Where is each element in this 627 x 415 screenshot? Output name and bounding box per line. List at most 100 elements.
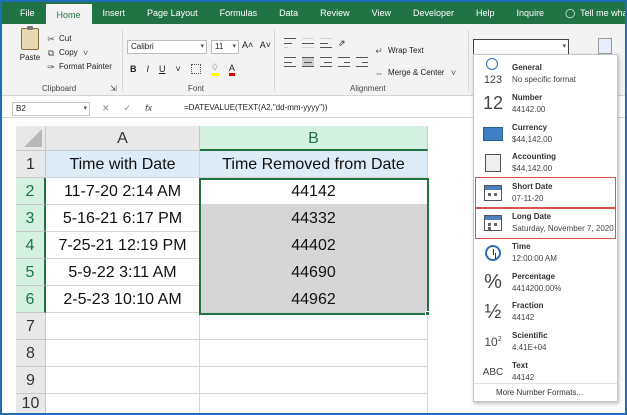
row-header[interactable]: 4 xyxy=(16,232,46,259)
tab-page-layout[interactable]: Page Layout xyxy=(136,2,209,24)
format-painter-button[interactable]: ✑ Format Painter xyxy=(46,60,112,74)
conditional-formatting-icon[interactable] xyxy=(598,38,612,54)
font-color-icon[interactable]: A xyxy=(228,63,235,76)
dialog-launcher-icon[interactable]: ⇲ xyxy=(110,84,117,93)
paste-button[interactable]: Paste xyxy=(16,26,44,62)
row-header[interactable]: 3 xyxy=(16,205,46,232)
align-center-icon[interactable] xyxy=(302,57,314,67)
empty-cell[interactable] xyxy=(200,340,428,367)
fx-icon[interactable]: fx xyxy=(145,103,152,114)
formula-input[interactable]: =DATEVALUE(TEXT(A2,"dd-mm-yyyy")) xyxy=(184,103,327,112)
format-name: Number xyxy=(512,92,543,102)
bold-button[interactable]: B xyxy=(130,64,137,74)
number-format-percentage[interactable]: % Percentage 4414200.00% xyxy=(476,268,615,298)
wrap-text-button[interactable]: ↵ Wrap Text xyxy=(374,40,458,62)
cell-time-with-date[interactable]: 2-5-23 10:10 AM xyxy=(46,286,200,313)
orientation-icon[interactable]: ⇗ xyxy=(338,38,346,49)
chevron-down-icon: ▾ xyxy=(83,105,87,112)
borders-icon[interactable] xyxy=(190,64,201,74)
name-box[interactable]: B2 ▾ xyxy=(12,102,90,116)
header-cell-time-with-date[interactable]: Time with Date xyxy=(46,151,200,178)
row-header[interactable]: 2 xyxy=(16,178,46,205)
copy-button[interactable]: ⧉ Copy ˅ xyxy=(46,46,112,60)
tab-insert[interactable]: Insert xyxy=(92,2,137,24)
row-header[interactable]: 8 xyxy=(16,340,46,367)
italic-button[interactable]: I xyxy=(147,64,150,74)
tell-me-box[interactable]: ◯ Tell me what you want to do xyxy=(555,8,625,19)
empty-cell[interactable] xyxy=(200,394,428,413)
decrease-indent-icon[interactable] xyxy=(338,57,350,67)
row-header[interactable]: 1 xyxy=(16,151,46,178)
empty-cell[interactable] xyxy=(200,313,428,340)
tab-developer[interactable]: Developer xyxy=(402,2,465,24)
align-top-icon[interactable] xyxy=(284,38,296,48)
cell-time-removed[interactable]: 44332 xyxy=(200,205,428,232)
calendar-icon xyxy=(482,182,504,204)
merge-center-button[interactable]: ⇔ Merge & Center ˅ xyxy=(374,62,458,84)
empty-cell[interactable] xyxy=(46,367,200,394)
number-format-accounting[interactable]: Accounting $44,142.00 xyxy=(476,148,615,178)
format-name: Currency xyxy=(512,122,548,132)
empty-cell[interactable] xyxy=(200,367,428,394)
cell-time-with-date[interactable]: 7-25-21 12:19 PM xyxy=(46,232,200,259)
format-example: 07-11-20 xyxy=(512,194,544,204)
number-format-long-date[interactable]: Long Date Saturday, November 7, 2020 xyxy=(475,207,616,239)
row-header[interactable]: 7 xyxy=(16,313,46,340)
empty-cell[interactable] xyxy=(46,394,200,413)
number-format-number[interactable]: 12 Number 44142.00 xyxy=(476,89,615,119)
percent-icon: % xyxy=(484,271,502,294)
align-bottom-icon[interactable] xyxy=(320,38,332,48)
cell-time-with-date[interactable]: 5-9-22 3:11 AM xyxy=(46,259,200,286)
cell-time-removed[interactable]: 44962 xyxy=(200,286,428,313)
row-header[interactable]: 9 xyxy=(16,367,46,394)
row-header[interactable]: 6 xyxy=(16,286,46,313)
cancel-icon[interactable]: ✕ xyxy=(102,103,110,114)
number-format-short-date[interactable]: Short Date 07-11-20 xyxy=(475,177,616,210)
align-right-icon[interactable] xyxy=(320,57,332,67)
row-header[interactable]: 5 xyxy=(16,259,46,286)
chevron-down-icon[interactable]: ˅ xyxy=(176,64,181,74)
number-format-general[interactable]: 123 General No specific format xyxy=(476,58,615,89)
enter-icon[interactable]: ✓ xyxy=(124,103,132,114)
more-number-formats-link[interactable]: More Number Formats... xyxy=(474,383,617,401)
underline-button[interactable]: U xyxy=(159,64,166,74)
tab-home[interactable]: Home xyxy=(45,4,92,24)
font-size-select[interactable]: 11 ▾ xyxy=(211,40,239,54)
cell-time-with-date[interactable]: 11-7-20 2:14 AM xyxy=(46,178,200,205)
shrink-font-button[interactable]: A˅ xyxy=(260,40,271,50)
column-header-a[interactable]: A xyxy=(46,126,200,151)
tab-view[interactable]: View xyxy=(361,2,402,24)
tab-help[interactable]: Help xyxy=(465,2,506,24)
number-format-currency[interactable]: Currency $44,142.00 xyxy=(476,119,615,149)
tab-formulas[interactable]: Formulas xyxy=(209,2,269,24)
cell-time-removed[interactable]: 44142 xyxy=(200,178,428,205)
grow-font-button[interactable]: A˄ xyxy=(242,40,253,50)
empty-cell[interactable] xyxy=(46,340,200,367)
cell-time-with-date[interactable]: 5-16-21 6:17 PM xyxy=(46,205,200,232)
number-format-fraction[interactable]: ½ Fraction 44142 xyxy=(476,297,615,327)
fraction-icon: ½ xyxy=(484,300,502,323)
header-cell-time-removed[interactable]: Time Removed from Date xyxy=(200,151,428,178)
tab-review[interactable]: Review xyxy=(309,2,361,24)
empty-cell[interactable] xyxy=(46,313,200,340)
number-format-select[interactable]: ▾ xyxy=(473,39,569,55)
cell-time-removed[interactable]: 44402 xyxy=(200,232,428,259)
select-all-button[interactable] xyxy=(16,126,46,151)
row-header[interactable]: 10 xyxy=(16,394,46,413)
align-middle-icon[interactable] xyxy=(302,38,314,48)
column-header-b[interactable]: B xyxy=(200,126,428,151)
copy-icon: ⧉ xyxy=(47,48,55,58)
font-name-select[interactable]: Calibri ▾ xyxy=(127,40,207,54)
tab-data[interactable]: Data xyxy=(268,2,309,24)
number-format-scientific[interactable]: 102 Scientific 4.41E+04 xyxy=(476,327,615,357)
fill-handle[interactable] xyxy=(425,311,430,316)
align-left-icon[interactable] xyxy=(284,57,296,67)
number-format-time[interactable]: Time 12:00:00 AM xyxy=(476,238,615,268)
cut-button[interactable]: ✂ Cut xyxy=(46,32,112,46)
cell-time-removed[interactable]: 44690 xyxy=(200,259,428,286)
calendar-icon xyxy=(482,212,504,234)
fill-color-icon[interactable]: ♢ xyxy=(210,62,219,76)
increase-indent-icon[interactable] xyxy=(356,57,368,67)
tab-inquire[interactable]: Inquire xyxy=(506,2,556,24)
tab-file[interactable]: File xyxy=(2,2,46,24)
